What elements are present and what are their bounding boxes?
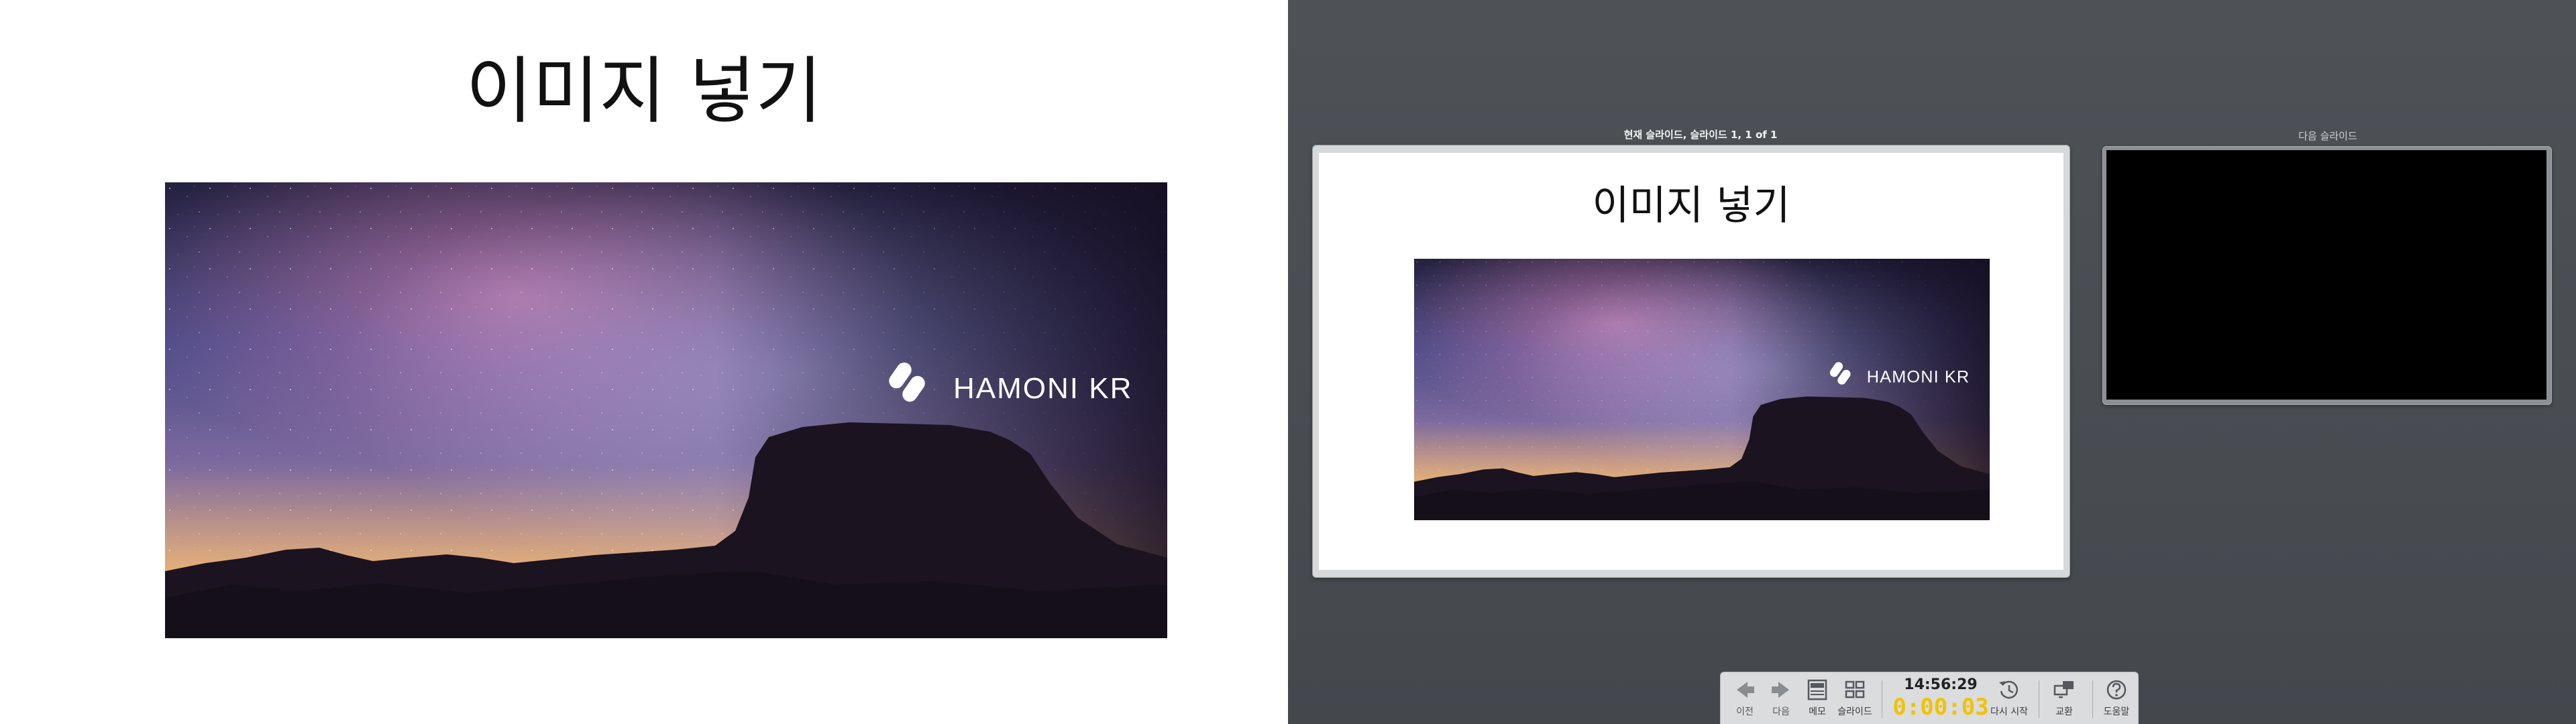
next-label: 다음 — [1772, 707, 1790, 717]
toolbar-separator — [2092, 680, 2093, 718]
exchange-screens-icon — [2044, 676, 2084, 703]
elapsed-timer: 0:00:03 — [1892, 694, 1989, 721]
next-slide-label: 다음 슬라이드 — [2298, 130, 2357, 142]
help-label: 도움말 — [2103, 707, 2130, 717]
slides-label: 슬라이드 — [1837, 707, 1872, 717]
slides-grid-icon — [1835, 676, 1875, 703]
help-button[interactable]: 도움말 — [2096, 676, 2137, 718]
next-slide-preview[interactable] — [2106, 150, 2546, 400]
arrow-left-icon — [1725, 676, 1765, 703]
presenter-console: 현재 슬라이드, 슬라이드 1, 1 of 1 다음 슬라이드 이미지 넣기 H… — [1288, 0, 2576, 724]
arrow-right-icon — [1761, 676, 1801, 703]
current-slide-title: 이미지 넣기 — [1592, 182, 1790, 229]
current-slide-label: 현재 슬라이드, 슬라이드 1, 1 of 1 — [1623, 129, 1778, 141]
exchange-label: 교환 — [2055, 707, 2073, 717]
restart-label: 다시 시작 — [1990, 707, 2028, 717]
restart-button[interactable]: 다시 시작 — [1989, 676, 2029, 718]
previous-label: 이전 — [1736, 707, 1754, 717]
presenter-toolbar: 이전 다음 메모 슬라이드 14:56:29 0:00:03 다시 시작 교환 … — [1720, 672, 2139, 724]
current-slide-preview[interactable]: 이미지 넣기 HAMONI KR — [1319, 153, 2063, 570]
notes-button[interactable]: 메모 — [1797, 676, 1837, 718]
slide-title: 이미지 넣기 — [466, 50, 822, 133]
logo-text: HAMONI KR — [953, 372, 1132, 405]
previous-button[interactable]: 이전 — [1725, 676, 1765, 718]
restart-clock-icon — [1989, 676, 2029, 703]
next-button[interactable]: 다음 — [1761, 676, 1801, 718]
current-slide-image: HAMONI KR — [1414, 259, 1990, 520]
logo-text: HAMONI KR — [1867, 368, 1970, 387]
slide-image: HAMONI KR — [165, 182, 1167, 638]
exchange-button[interactable]: 교환 — [2044, 676, 2084, 718]
slides-button[interactable]: 슬라이드 — [1835, 676, 1875, 718]
notes-label: 메모 — [1809, 707, 1826, 717]
slide-display: 이미지 넣기 HAMONI KR — [0, 0, 1288, 724]
notes-icon — [1797, 676, 1837, 703]
help-icon — [2096, 676, 2137, 703]
clock-display: 14:56:29 — [1904, 676, 1978, 693]
